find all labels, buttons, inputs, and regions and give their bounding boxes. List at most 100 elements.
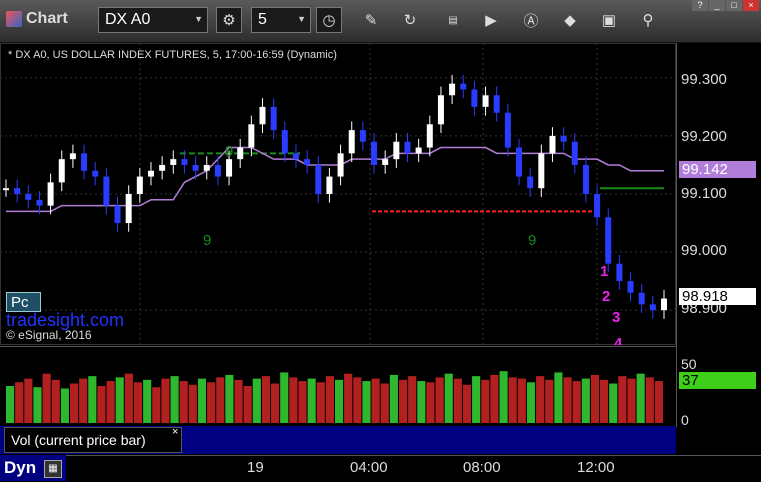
candle-body (493, 95, 500, 113)
candle-body (371, 141, 378, 165)
volume-bar (280, 372, 289, 423)
sequence-label: 9 (203, 232, 211, 249)
volume-bar (225, 374, 234, 423)
close-button[interactable]: × (743, 0, 759, 11)
maximize-button[interactable]: □ (726, 0, 742, 11)
clock-icon[interactable]: ◷ (316, 7, 342, 33)
minimize-button[interactable]: _ (709, 0, 725, 11)
candle-body (605, 217, 612, 264)
volume-bar (289, 377, 298, 423)
gear-icon[interactable]: ⚙ (216, 7, 242, 33)
volume-bar (398, 379, 408, 423)
pc-badge[interactable]: Pc (6, 292, 41, 312)
candle-body (292, 153, 299, 160)
volume-bar (408, 376, 417, 423)
alert-icon[interactable]: Ⓐ (518, 7, 544, 33)
candle-body (259, 106, 266, 125)
volume-bar (563, 377, 572, 423)
volume-bar (508, 377, 517, 423)
candle-body (36, 199, 43, 206)
volume-bar (216, 377, 225, 423)
y-tick: 99.100 (681, 185, 727, 202)
volume-bar (298, 381, 307, 423)
candle-body (14, 188, 21, 194)
volume-bar (124, 373, 133, 423)
candle-body (382, 159, 389, 165)
volume-bar (526, 382, 536, 423)
volume-bar (179, 381, 188, 423)
candle-body (304, 159, 311, 165)
volume-bar (15, 382, 24, 423)
symbol-combo[interactable]: DX A0 ▼ (98, 7, 208, 33)
symbol-value: DX A0 (105, 11, 151, 28)
candle-body (337, 153, 344, 177)
candle-body (237, 147, 244, 160)
y-tick: 99.300 (681, 71, 727, 88)
sequence-label: 9 (528, 232, 536, 249)
candle-body (3, 188, 9, 191)
volume-bar (243, 386, 252, 423)
candle-body (270, 106, 277, 131)
candle-body (58, 159, 65, 183)
chevron-down-icon[interactable]: ▼ (194, 14, 203, 24)
volume-bar (24, 378, 33, 423)
candle-body (125, 194, 132, 224)
volume-bar (207, 382, 216, 423)
volume-bar (325, 376, 334, 423)
x-label: 04:00 (350, 459, 388, 476)
volume-bar (362, 381, 371, 423)
volume-bar (106, 381, 115, 423)
interval-value: 5 (258, 11, 267, 28)
candle-body (582, 164, 589, 194)
diamond-icon[interactable]: ◆ (557, 7, 583, 33)
candle-body (359, 130, 366, 142)
candle-body (527, 176, 534, 189)
volume-bar (60, 388, 69, 423)
volume-bar (581, 378, 590, 423)
volume-label[interactable]: Vol (current price bar) (4, 427, 182, 453)
candle-body (616, 263, 623, 282)
price-chart[interactable]: 9 9 9 1 23 4 (0, 43, 676, 345)
candle-body (281, 130, 288, 154)
candle-body (649, 304, 656, 311)
volume-bar (481, 379, 490, 423)
volume-bar (536, 376, 545, 423)
help-button[interactable]: ? (692, 0, 708, 11)
candle-body (159, 164, 166, 171)
volume-tick: 50 (681, 356, 697, 372)
close-icon[interactable]: × (172, 426, 178, 438)
volume-bar (143, 379, 152, 423)
candle-body (571, 141, 578, 165)
volume-bar (6, 386, 15, 423)
volume-bar (545, 379, 554, 423)
volume-bar (600, 379, 609, 423)
volume-bar (234, 379, 243, 423)
volume-bar (170, 376, 179, 423)
chevron-down-icon[interactable]: ▼ (297, 14, 306, 24)
volume-bar (371, 378, 380, 423)
candle-body (549, 135, 556, 154)
volume-bar (517, 378, 526, 423)
volume-bar (490, 374, 499, 423)
volume-tick: 0 (681, 412, 689, 428)
pin-icon[interactable]: ⚲ (635, 7, 661, 33)
candle-body (504, 112, 511, 148)
ge-icon[interactable]: ▤ (440, 7, 466, 33)
volume-bar (271, 383, 280, 423)
grid-icon[interactable]: ▦ (44, 460, 62, 478)
play-icon[interactable]: ▶ (478, 7, 504, 33)
volume-bar (609, 383, 618, 423)
volume-bar (572, 381, 581, 423)
candle-body (426, 124, 433, 148)
x-label: 19 (247, 459, 264, 476)
volume-bar (654, 381, 663, 423)
pencil-icon[interactable]: ✎ (358, 7, 384, 33)
volume-bar (444, 373, 453, 423)
candle-body (348, 130, 355, 154)
camera-icon[interactable]: ▣ (596, 7, 622, 33)
candle-body (393, 141, 400, 160)
candle-body (92, 170, 99, 177)
candle-body (226, 159, 233, 177)
refresh-icon[interactable]: ↻ (397, 7, 423, 33)
interval-combo[interactable]: 5 ▼ (251, 7, 311, 33)
